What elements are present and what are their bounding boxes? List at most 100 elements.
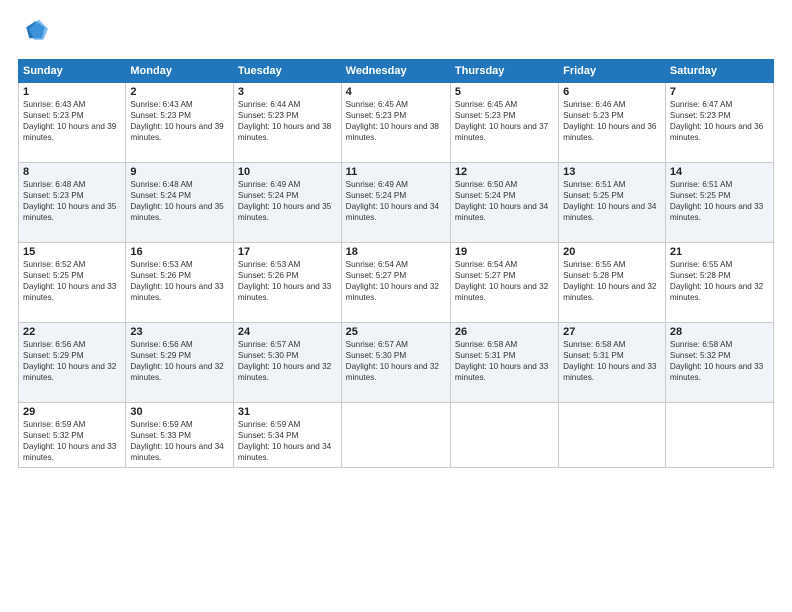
day-info: Sunrise: 6:45 AMSunset: 5:23 PMDaylight:… [455, 99, 554, 143]
day-cell-30: 30Sunrise: 6:59 AMSunset: 5:33 PMDayligh… [126, 403, 234, 468]
day-number: 20 [563, 246, 661, 258]
day-number: 8 [23, 166, 121, 178]
day-cell-14: 14Sunrise: 6:51 AMSunset: 5:25 PMDayligh… [665, 163, 773, 243]
logo-icon [20, 18, 48, 46]
day-cell-21: 21Sunrise: 6:55 AMSunset: 5:28 PMDayligh… [665, 243, 773, 323]
day-number: 22 [23, 326, 121, 338]
day-number: 7 [670, 86, 769, 98]
day-info: Sunrise: 6:45 AMSunset: 5:23 PMDaylight:… [346, 99, 446, 143]
day-cell-16: 16Sunrise: 6:53 AMSunset: 5:26 PMDayligh… [126, 243, 234, 323]
day-cell-24: 24Sunrise: 6:57 AMSunset: 5:30 PMDayligh… [233, 323, 341, 403]
page: SundayMondayTuesdayWednesdayThursdayFrid… [0, 0, 792, 612]
day-info: Sunrise: 6:57 AMSunset: 5:30 PMDaylight:… [238, 339, 337, 383]
empty-cell [341, 403, 450, 468]
day-info: Sunrise: 6:55 AMSunset: 5:28 PMDaylight:… [670, 259, 769, 303]
day-number: 27 [563, 326, 661, 338]
day-number: 1 [23, 86, 121, 98]
calendar: SundayMondayTuesdayWednesdayThursdayFrid… [18, 59, 774, 468]
day-number: 9 [130, 166, 229, 178]
day-number: 29 [23, 406, 121, 418]
day-cell-7: 7Sunrise: 6:47 AMSunset: 5:23 PMDaylight… [665, 83, 773, 163]
weekday-header-thursday: Thursday [450, 60, 558, 83]
day-cell-28: 28Sunrise: 6:58 AMSunset: 5:32 PMDayligh… [665, 323, 773, 403]
day-cell-13: 13Sunrise: 6:51 AMSunset: 5:25 PMDayligh… [559, 163, 666, 243]
day-info: Sunrise: 6:49 AMSunset: 5:24 PMDaylight:… [346, 179, 446, 223]
day-info: Sunrise: 6:59 AMSunset: 5:34 PMDaylight:… [238, 419, 337, 463]
day-cell-26: 26Sunrise: 6:58 AMSunset: 5:31 PMDayligh… [450, 323, 558, 403]
day-number: 2 [130, 86, 229, 98]
day-number: 15 [23, 246, 121, 258]
day-info: Sunrise: 6:48 AMSunset: 5:23 PMDaylight:… [23, 179, 121, 223]
day-number: 25 [346, 326, 446, 338]
day-info: Sunrise: 6:44 AMSunset: 5:23 PMDaylight:… [238, 99, 337, 143]
day-number: 13 [563, 166, 661, 178]
day-info: Sunrise: 6:56 AMSunset: 5:29 PMDaylight:… [130, 339, 229, 383]
weekday-header-monday: Monday [126, 60, 234, 83]
day-cell-10: 10Sunrise: 6:49 AMSunset: 5:24 PMDayligh… [233, 163, 341, 243]
day-info: Sunrise: 6:43 AMSunset: 5:23 PMDaylight:… [130, 99, 229, 143]
empty-cell [450, 403, 558, 468]
day-number: 4 [346, 86, 446, 98]
day-number: 10 [238, 166, 337, 178]
week-row-5: 29Sunrise: 6:59 AMSunset: 5:32 PMDayligh… [19, 403, 774, 468]
day-cell-12: 12Sunrise: 6:50 AMSunset: 5:24 PMDayligh… [450, 163, 558, 243]
day-info: Sunrise: 6:58 AMSunset: 5:32 PMDaylight:… [670, 339, 769, 383]
day-info: Sunrise: 6:53 AMSunset: 5:26 PMDaylight:… [130, 259, 229, 303]
day-info: Sunrise: 6:58 AMSunset: 5:31 PMDaylight:… [455, 339, 554, 383]
weekday-header-wednesday: Wednesday [341, 60, 450, 83]
week-row-3: 15Sunrise: 6:52 AMSunset: 5:25 PMDayligh… [19, 243, 774, 323]
day-info: Sunrise: 6:51 AMSunset: 5:25 PMDaylight:… [563, 179, 661, 223]
day-info: Sunrise: 6:55 AMSunset: 5:28 PMDaylight:… [563, 259, 661, 303]
day-cell-8: 8Sunrise: 6:48 AMSunset: 5:23 PMDaylight… [19, 163, 126, 243]
day-cell-17: 17Sunrise: 6:53 AMSunset: 5:26 PMDayligh… [233, 243, 341, 323]
day-info: Sunrise: 6:46 AMSunset: 5:23 PMDaylight:… [563, 99, 661, 143]
day-number: 21 [670, 246, 769, 258]
day-number: 24 [238, 326, 337, 338]
day-info: Sunrise: 6:59 AMSunset: 5:33 PMDaylight:… [130, 419, 229, 463]
day-cell-4: 4Sunrise: 6:45 AMSunset: 5:23 PMDaylight… [341, 83, 450, 163]
day-info: Sunrise: 6:56 AMSunset: 5:29 PMDaylight:… [23, 339, 121, 383]
day-info: Sunrise: 6:52 AMSunset: 5:25 PMDaylight:… [23, 259, 121, 303]
day-cell-18: 18Sunrise: 6:54 AMSunset: 5:27 PMDayligh… [341, 243, 450, 323]
day-number: 12 [455, 166, 554, 178]
day-info: Sunrise: 6:50 AMSunset: 5:24 PMDaylight:… [455, 179, 554, 223]
day-cell-29: 29Sunrise: 6:59 AMSunset: 5:32 PMDayligh… [19, 403, 126, 468]
weekday-header-saturday: Saturday [665, 60, 773, 83]
day-number: 3 [238, 86, 337, 98]
weekday-header-row: SundayMondayTuesdayWednesdayThursdayFrid… [19, 60, 774, 83]
day-number: 17 [238, 246, 337, 258]
day-cell-2: 2Sunrise: 6:43 AMSunset: 5:23 PMDaylight… [126, 83, 234, 163]
weekday-header-tuesday: Tuesday [233, 60, 341, 83]
day-info: Sunrise: 6:53 AMSunset: 5:26 PMDaylight:… [238, 259, 337, 303]
header [18, 18, 774, 51]
day-number: 23 [130, 326, 229, 338]
day-number: 30 [130, 406, 229, 418]
day-cell-11: 11Sunrise: 6:49 AMSunset: 5:24 PMDayligh… [341, 163, 450, 243]
day-info: Sunrise: 6:43 AMSunset: 5:23 PMDaylight:… [23, 99, 121, 143]
weekday-header-friday: Friday [559, 60, 666, 83]
day-cell-15: 15Sunrise: 6:52 AMSunset: 5:25 PMDayligh… [19, 243, 126, 323]
day-info: Sunrise: 6:57 AMSunset: 5:30 PMDaylight:… [346, 339, 446, 383]
day-number: 14 [670, 166, 769, 178]
day-cell-27: 27Sunrise: 6:58 AMSunset: 5:31 PMDayligh… [559, 323, 666, 403]
day-cell-1: 1Sunrise: 6:43 AMSunset: 5:23 PMDaylight… [19, 83, 126, 163]
day-number: 26 [455, 326, 554, 338]
day-cell-23: 23Sunrise: 6:56 AMSunset: 5:29 PMDayligh… [126, 323, 234, 403]
day-number: 5 [455, 86, 554, 98]
week-row-1: 1Sunrise: 6:43 AMSunset: 5:23 PMDaylight… [19, 83, 774, 163]
day-cell-6: 6Sunrise: 6:46 AMSunset: 5:23 PMDaylight… [559, 83, 666, 163]
day-number: 11 [346, 166, 446, 178]
day-cell-3: 3Sunrise: 6:44 AMSunset: 5:23 PMDaylight… [233, 83, 341, 163]
day-number: 16 [130, 246, 229, 258]
day-info: Sunrise: 6:58 AMSunset: 5:31 PMDaylight:… [563, 339, 661, 383]
weekday-header-sunday: Sunday [19, 60, 126, 83]
empty-cell [559, 403, 666, 468]
day-number: 28 [670, 326, 769, 338]
week-row-2: 8Sunrise: 6:48 AMSunset: 5:23 PMDaylight… [19, 163, 774, 243]
day-info: Sunrise: 6:54 AMSunset: 5:27 PMDaylight:… [455, 259, 554, 303]
day-cell-19: 19Sunrise: 6:54 AMSunset: 5:27 PMDayligh… [450, 243, 558, 323]
day-cell-25: 25Sunrise: 6:57 AMSunset: 5:30 PMDayligh… [341, 323, 450, 403]
empty-cell [665, 403, 773, 468]
day-cell-31: 31Sunrise: 6:59 AMSunset: 5:34 PMDayligh… [233, 403, 341, 468]
logo [18, 18, 48, 51]
